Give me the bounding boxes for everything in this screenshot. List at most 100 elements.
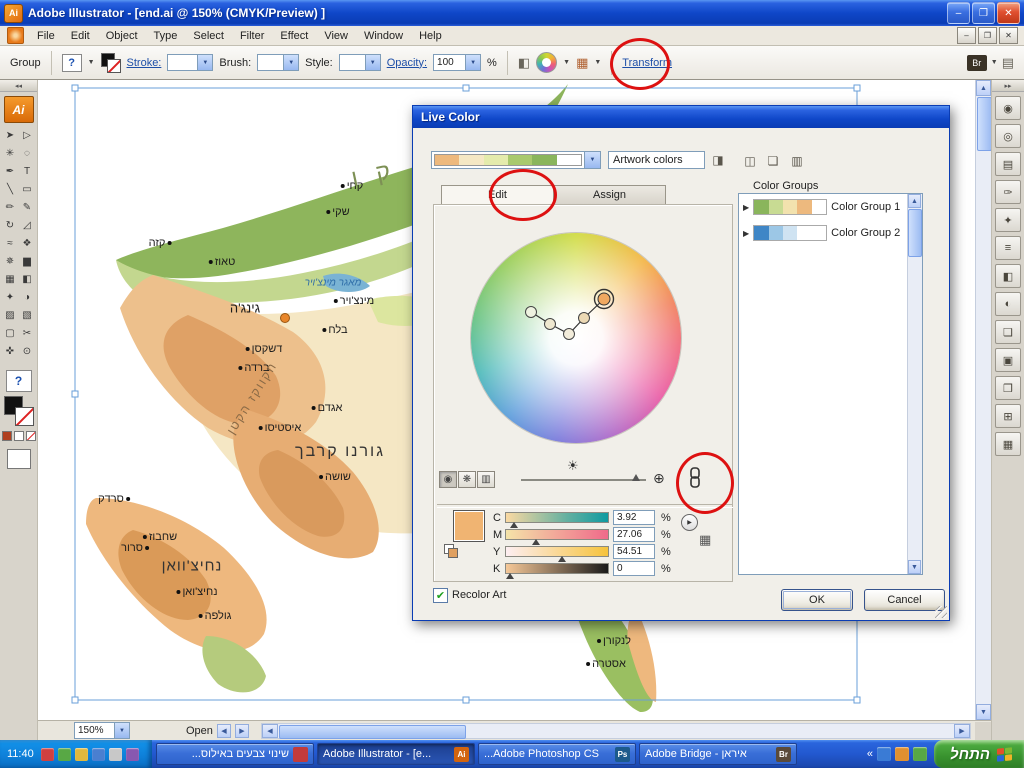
- layers-panel[interactable]: ❒: [995, 376, 1021, 400]
- live-paint-bucket-tool[interactable]: ▨: [2, 307, 18, 324]
- taskbar-button[interactable]: Adobe Bridge - איראן Br: [639, 743, 797, 765]
- chevron-down-icon[interactable]: ▼: [563, 59, 570, 66]
- new-color-group-icon[interactable]: ❏: [765, 153, 781, 169]
- crop-area-tool[interactable]: ▢: [2, 325, 18, 342]
- cyan-value-input[interactable]: 3.92: [613, 510, 655, 525]
- pencil-tool[interactable]: ✎: [19, 199, 35, 216]
- active-colors-combo[interactable]: ▼: [431, 151, 601, 169]
- navigator-panel[interactable]: ▦: [995, 432, 1021, 456]
- stroke-link[interactable]: Stroke:: [127, 57, 162, 69]
- line-segment-tool[interactable]: ╲: [2, 181, 18, 198]
- style-select[interactable]: ▼: [338, 54, 381, 71]
- menu-effect[interactable]: Effect: [272, 28, 316, 44]
- menu-help[interactable]: Help: [411, 28, 450, 44]
- magic-wand-tool[interactable]: ✳: [2, 145, 18, 162]
- slice-tool[interactable]: ✂: [19, 325, 35, 342]
- wheel-segmented-mode-button[interactable]: ❋: [458, 471, 476, 488]
- scroll-up-button[interactable]: ▲: [908, 194, 921, 208]
- gradient-mode-button[interactable]: [13, 431, 24, 441]
- delete-color-group-icon[interactable]: ▥: [789, 153, 805, 169]
- artwork-colors-select[interactable]: Artwork colors: [608, 151, 705, 169]
- live-color-wheel-icon[interactable]: [536, 52, 558, 73]
- help-tool-button[interactable]: ?: [5, 370, 32, 392]
- zoom-select[interactable]: 150% ▼: [74, 722, 130, 739]
- taskbar-button[interactable]: Adobe Illustrator - [e... Ai: [317, 743, 475, 765]
- stroke-panel[interactable]: ≡: [995, 236, 1021, 260]
- document-restore-button[interactable]: ❐: [978, 27, 997, 44]
- wheel-smooth-mode-button[interactable]: ◉: [439, 471, 457, 488]
- links-panel[interactable]: ⊞: [995, 404, 1021, 428]
- mesh-tool[interactable]: ▦: [2, 271, 18, 288]
- list-scrollbar[interactable]: ▲ ▼: [907, 194, 922, 574]
- color-group-name[interactable]: Color Group 1: [831, 201, 900, 213]
- color-groups-list[interactable]: ▶ Color Group 1 ▶ Color Group 2 ▲ ▼: [738, 193, 923, 575]
- menu-window[interactable]: Window: [356, 28, 411, 44]
- menu-type[interactable]: Type: [146, 28, 186, 44]
- chevron-down-icon[interactable]: ▼: [584, 152, 600, 168]
- black-slider-thumb[interactable]: [506, 573, 514, 579]
- recolor-art-checkbox[interactable]: ✔: [433, 588, 448, 603]
- status-prev-button[interactable]: ◀: [216, 723, 231, 738]
- quick-launch-icon[interactable]: [877, 747, 892, 761]
- tray-icon[interactable]: [108, 747, 122, 761]
- chevron-down-icon[interactable]: ▼: [465, 55, 481, 70]
- none-mode-button[interactable]: [25, 431, 36, 441]
- color-group-row[interactable]: ▶ Color Group 2: [739, 220, 922, 246]
- save-color-group-icon[interactable]: ◫: [742, 153, 758, 169]
- recolor-artwork-presets-icon[interactable]: ◧: [518, 55, 530, 71]
- tray-icon[interactable]: [74, 747, 88, 761]
- zoom-tool[interactable]: ⊙: [19, 343, 35, 360]
- chevron-down-icon[interactable]: ▼: [594, 59, 601, 66]
- chevron-down-icon[interactable]: ▼: [283, 55, 299, 70]
- document-minimize-button[interactable]: –: [957, 27, 976, 44]
- color-guide-panel[interactable]: ◎: [995, 124, 1021, 148]
- hand-tool[interactable]: ✜: [2, 343, 18, 360]
- tray-icon[interactable]: [40, 747, 54, 761]
- get-colors-from-art-icon[interactable]: ◨: [710, 152, 726, 168]
- gradient-panel[interactable]: ◧: [995, 264, 1021, 288]
- list-scroll-thumb[interactable]: [908, 209, 922, 257]
- column-graph-tool[interactable]: ▆: [19, 253, 35, 270]
- current-color-swatch[interactable]: [453, 510, 485, 542]
- rectangle-tool[interactable]: ▭: [19, 181, 35, 198]
- chevron-down-icon[interactable]: ▼: [114, 723, 129, 738]
- expand-triangle-icon[interactable]: ▶: [743, 229, 749, 238]
- chevron-down-icon[interactable]: ▼: [88, 59, 95, 66]
- screen-mode-button[interactable]: [6, 449, 31, 469]
- workspace-panel-icon[interactable]: ▤: [1002, 55, 1014, 71]
- menu-filter[interactable]: Filter: [232, 28, 272, 44]
- quick-launch-icon[interactable]: [895, 747, 910, 761]
- appearance-panel[interactable]: ❏: [995, 320, 1021, 344]
- menu-select[interactable]: Select: [185, 28, 232, 44]
- rotate-tool[interactable]: ↻: [2, 217, 18, 234]
- vertical-scroll-thumb[interactable]: [977, 97, 991, 151]
- close-button[interactable]: ✕: [997, 2, 1020, 24]
- opacity-link[interactable]: Opacity:: [387, 57, 427, 69]
- swatches-panel[interactable]: ▤: [995, 152, 1021, 176]
- fill-stroke-swatches[interactable]: [3, 396, 34, 426]
- color-group-name[interactable]: Color Group 2: [831, 227, 900, 239]
- tab-assign[interactable]: Assign: [553, 185, 666, 205]
- scroll-right-button[interactable]: ▶: [954, 723, 970, 738]
- warp-tool[interactable]: ≈: [2, 235, 18, 252]
- scroll-left-button[interactable]: ◀: [261, 723, 278, 738]
- brightness-slider-thumb[interactable]: [632, 474, 640, 481]
- direct-selection-tool[interactable]: ▷: [19, 127, 35, 144]
- ok-button[interactable]: OK: [781, 589, 853, 611]
- scroll-down-button[interactable]: ▼: [976, 704, 991, 720]
- title-bar[interactable]: Ai Adobe Illustrator - [end.ai @ 150% (C…: [0, 0, 1024, 26]
- horizontal-scrollbar[interactable]: ◀ ▶: [260, 722, 971, 739]
- horizontal-scroll-thumb[interactable]: [278, 724, 466, 739]
- dialog-title-bar[interactable]: Live Color: [413, 106, 949, 128]
- chevron-down-icon[interactable]: ▼: [991, 59, 998, 66]
- magenta-slider[interactable]: [505, 529, 609, 545]
- quick-launch-icon[interactable]: [913, 747, 928, 761]
- chevron-down-icon[interactable]: ▼: [197, 55, 213, 70]
- magenta-value-input[interactable]: 27.06: [613, 527, 655, 542]
- opacity-input[interactable]: 100 ▼: [433, 54, 482, 71]
- chevron-down-icon[interactable]: ▼: [364, 55, 380, 70]
- black-slider[interactable]: [505, 563, 609, 579]
- go-to-bridge-button[interactable]: Br: [966, 54, 987, 71]
- tray-icon[interactable]: [125, 747, 139, 761]
- minimize-button[interactable]: –: [947, 2, 970, 24]
